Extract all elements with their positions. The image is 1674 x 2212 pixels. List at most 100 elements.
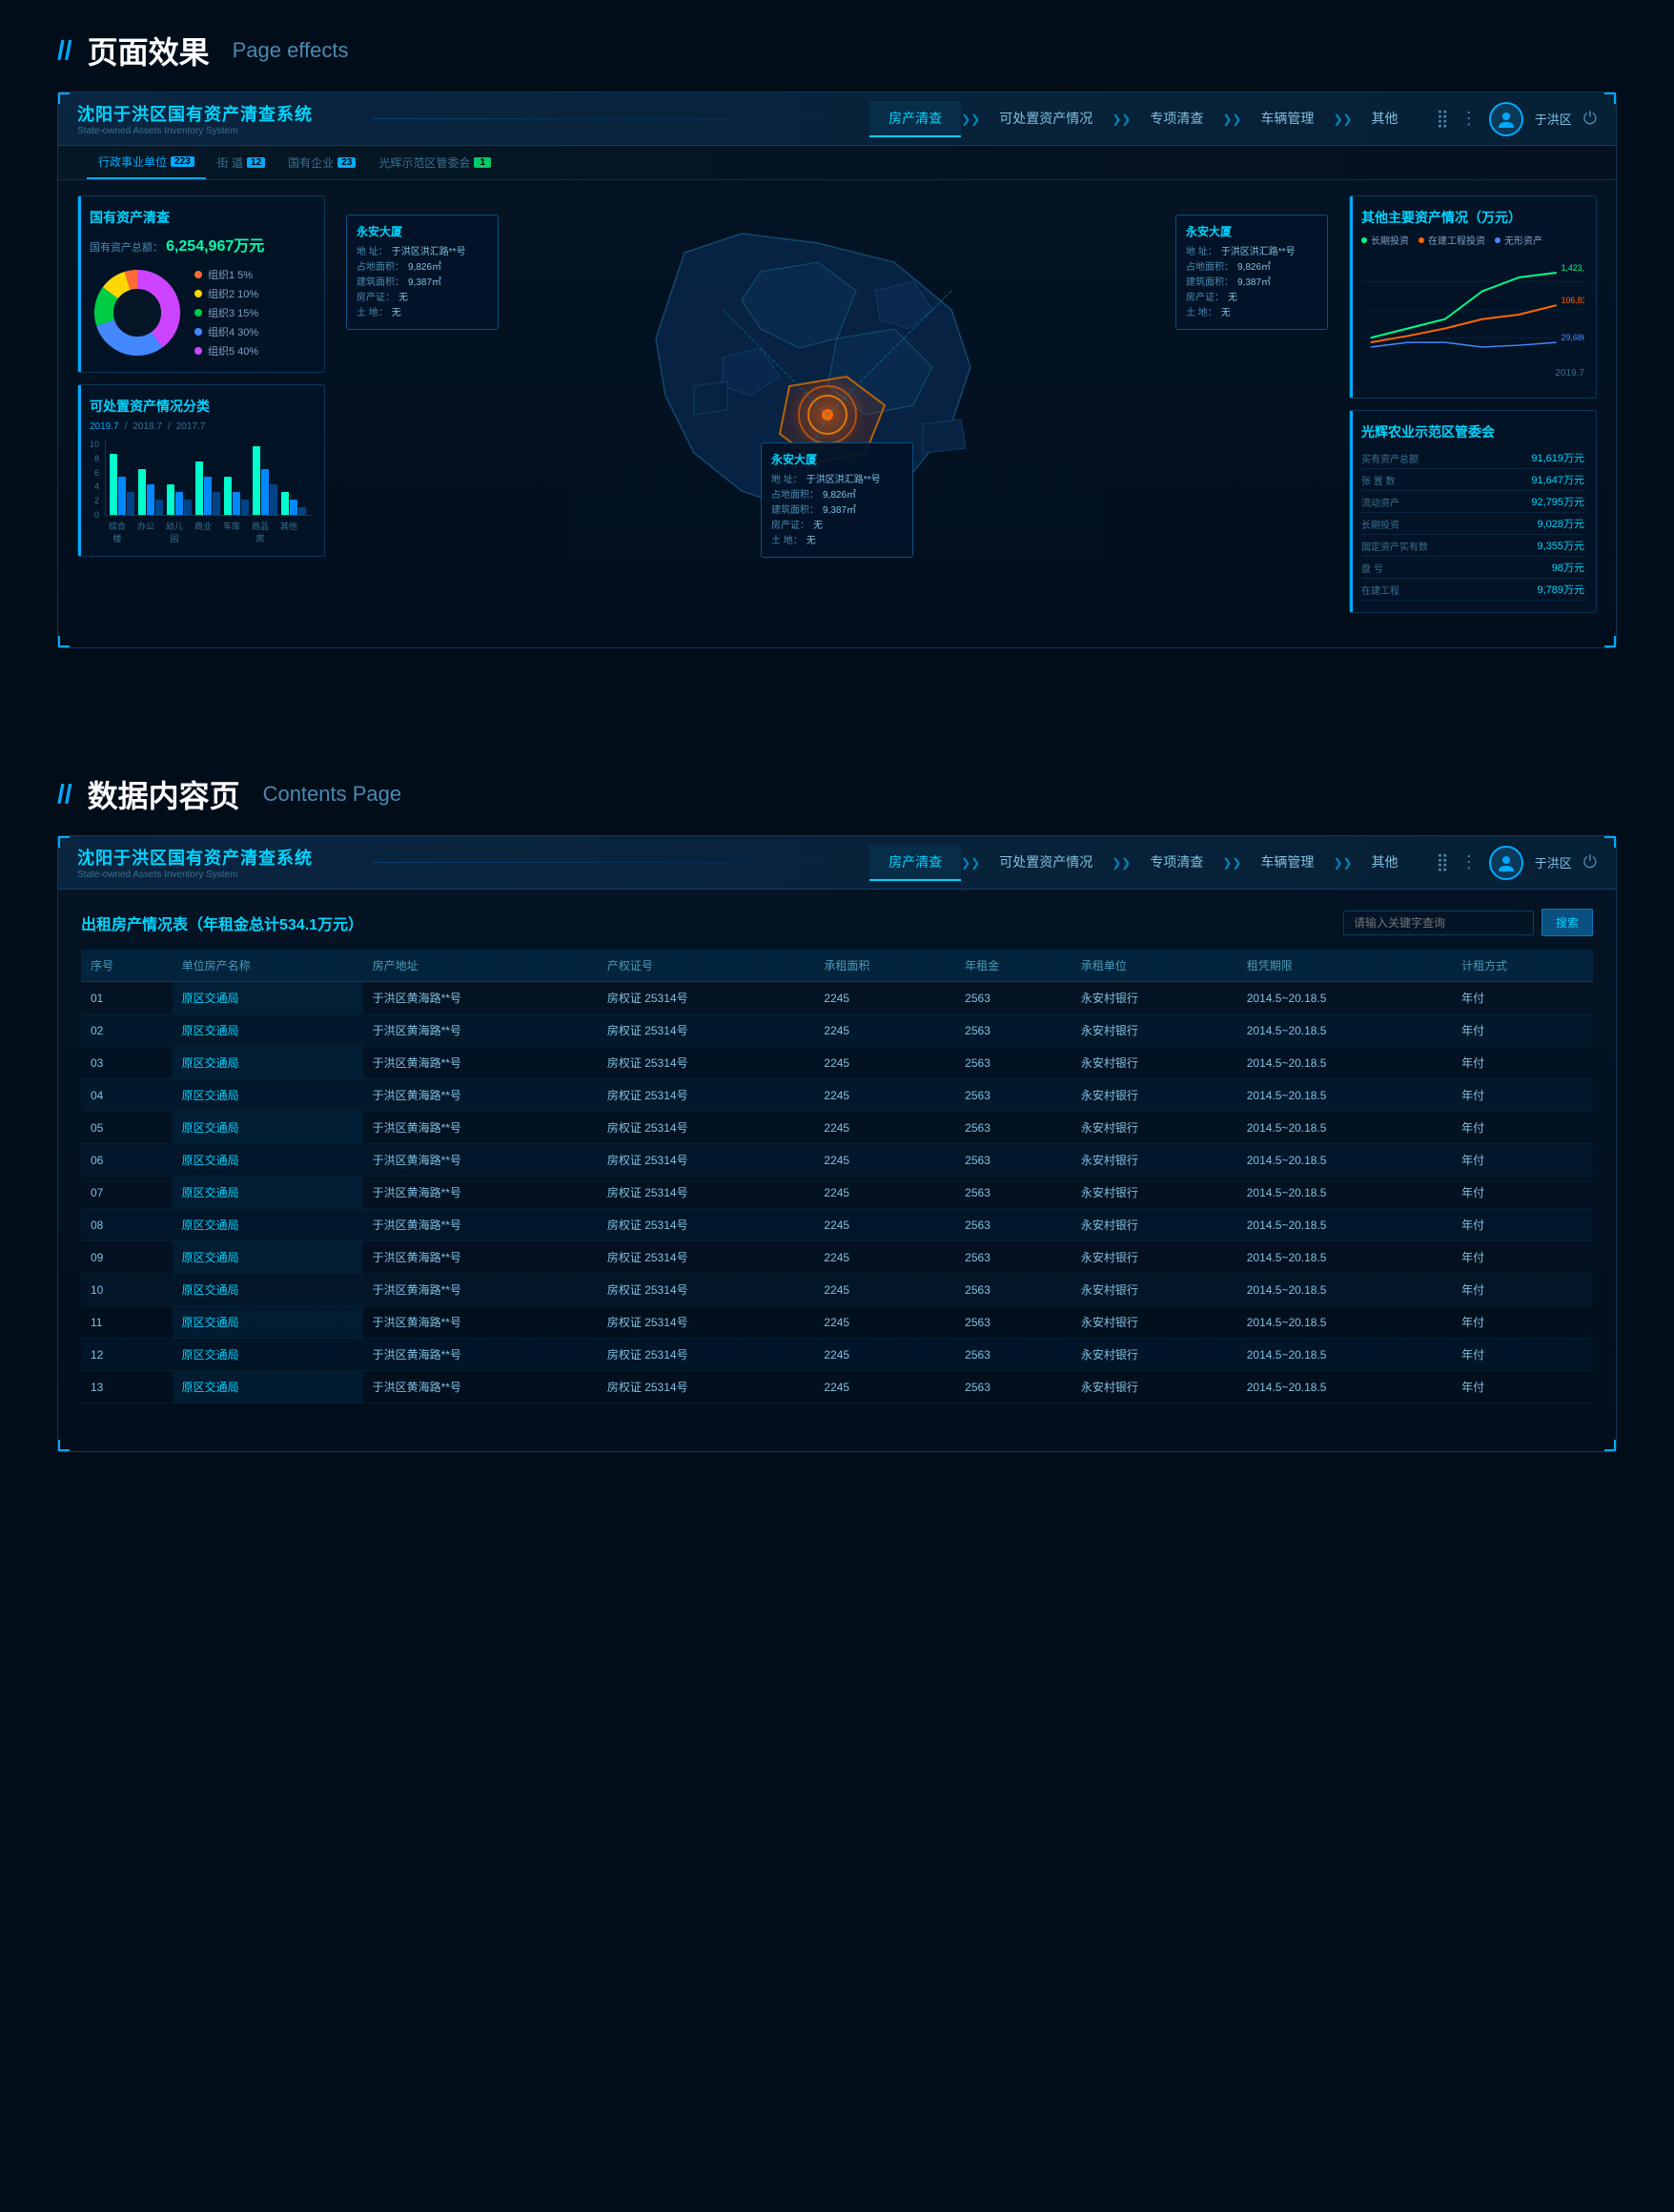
right-panel: 其他主要资产情况（万元） 长期投资 在建工程投资 无形资产 (1349, 195, 1597, 613)
table-cell[interactable]: 原区交通局 (173, 1339, 363, 1371)
table-cell: 年付 (1452, 1306, 1593, 1339)
table-row: 09原区交通局于洪区黄海路**号房权证 25314号22452563永安村银行2… (81, 1241, 1593, 1274)
table-column-header: 单位房产名称 (173, 950, 363, 982)
svg-text:106,834: 106,834 (1562, 296, 1584, 305)
guanghui-label: 固定资产实有数 (1361, 535, 1485, 557)
nav-item-2[interactable]: 专项清查 (1131, 101, 1222, 137)
asset-total-value: 6,254,967万元 (166, 238, 264, 255)
table-cell[interactable]: 原区交通局 (173, 1177, 363, 1209)
table-cell: 2563 (955, 1112, 1072, 1144)
nav-menu-2: 房产清查 ❯❯ 可处置资产情况 ❯❯ 专项清查 ❯❯ 车辆管理 ❯❯ 其他 (869, 845, 1417, 881)
table-cell: 2245 (814, 1047, 955, 1079)
guanghui-title: 光辉农业示范区管委会 (1361, 422, 1584, 441)
nav-menu: 房产清查 ❯❯ 可处置资产情况 ❯❯ 专项清查 ❯❯ 车辆管理 ❯❯ 其他 (869, 101, 1417, 137)
section2-title-en: Contents Page (263, 782, 402, 807)
table-cell[interactable]: 原区交通局 (173, 1079, 363, 1112)
table-cell[interactable]: 原区交通局 (173, 1371, 363, 1403)
table-cell[interactable]: 原区交通局 (173, 982, 363, 1014)
map-area: 永安大厦 地 址：于洪区洪汇路**号 占地面积：9,826㎡ 建筑面积：9,38… (337, 195, 1337, 558)
table-cell: 2014.5~20.18.5 (1237, 1339, 1452, 1371)
table-cell: 于洪区黄海路**号 (363, 1274, 598, 1306)
line-chart-area: 1,423,111 106,834 29,686 2019.7 (1361, 253, 1584, 386)
table-column-header: 年租金 (955, 950, 1072, 982)
table-cell: 永安村银行 (1072, 1241, 1237, 1274)
table-cell[interactable]: 原区交通局 (173, 1112, 363, 1144)
table-cell[interactable]: 原区交通局 (173, 1274, 363, 1306)
sub-nav-item-0[interactable]: 行政事业单位 223 (87, 146, 206, 179)
nav-item-3[interactable]: 车辆管理 (1241, 101, 1333, 137)
guanghui-label: 盘 亏 (1361, 557, 1485, 579)
grid-icon[interactable]: ⣿ (1437, 109, 1449, 129)
table-cell[interactable]: 原区交通局 (173, 1209, 363, 1241)
search-area: 搜索 (1343, 909, 1593, 936)
dots-icon[interactable]: ⋮ (1460, 109, 1478, 129)
search-button[interactable]: 搜索 (1541, 909, 1593, 936)
system-title-cn-2: 沈阳于洪区国有资产清查系统 (77, 845, 344, 870)
asset-overview-title: 国有资产清查 (90, 208, 313, 227)
table-cell: 2563 (955, 1339, 1072, 1371)
svg-text:29,686: 29,686 (1562, 333, 1584, 342)
nav-item2-3[interactable]: 车辆管理 (1241, 845, 1333, 881)
power-icon[interactable]: ⏻ (1583, 109, 1597, 129)
table-cell[interactable]: 原区交通局 (173, 1306, 363, 1339)
bar-labels: 综合楼 办公 幼儿园 商业 车库 商品房 其他 (105, 520, 313, 544)
nav-item-1[interactable]: 可处置资产情况 (980, 101, 1112, 137)
nav-item2-2[interactable]: 专项清查 (1131, 845, 1222, 881)
table-cell: 2014.5~20.18.5 (1237, 1047, 1452, 1079)
table-cell: 2245 (814, 1014, 955, 1047)
table-column-header: 序号 (81, 950, 173, 982)
table-row: 11原区交通局于洪区黄海路**号房权证 25314号22452563永安村银行2… (81, 1306, 1593, 1339)
section2-header: // 数据内容页 Contents Page (0, 744, 1674, 835)
grid-icon-2[interactable]: ⣿ (1437, 852, 1449, 872)
table-cell: 年付 (1452, 1112, 1593, 1144)
nav-item-4[interactable]: 其他 (1353, 101, 1418, 137)
table-cell: 2245 (814, 1274, 955, 1306)
table-cell: 09 (81, 1241, 173, 1274)
sub-nav-item-1[interactable]: 街 道 12 (206, 146, 276, 179)
power-icon-2[interactable]: ⏻ (1583, 852, 1597, 872)
table-cell[interactable]: 原区交通局 (173, 1241, 363, 1274)
guanghui-label: 买有资产总额 (1361, 447, 1485, 469)
dots-icon-2[interactable]: ⋮ (1460, 852, 1478, 872)
table-column-header: 租凭期限 (1237, 950, 1452, 982)
table-cell[interactable]: 原区交通局 (173, 1144, 363, 1177)
table-cell: 年付 (1452, 1274, 1593, 1306)
guanghui-label: 长期投资 (1361, 513, 1485, 535)
nav-item2-1[interactable]: 可处置资产情况 (980, 845, 1112, 881)
top-nav-2: 沈阳于洪区国有资产清查系统 State-owned Assets Invento… (58, 836, 1616, 890)
chart-year-label: 2019.7 (1361, 368, 1584, 379)
table-column-header: 计租方式 (1452, 950, 1593, 982)
guanghui-value: 9,355万元 (1485, 535, 1584, 557)
data-table-panel: 沈阳于洪区国有资产清查系统 State-owned Assets Invento… (57, 835, 1617, 1452)
panel1: 沈阳于洪区国有资产清查系统 State-owned Assets Invento… (57, 92, 1617, 648)
table-cell: 于洪区黄海路**号 (363, 1014, 598, 1047)
table-cell: 2245 (814, 1371, 955, 1403)
spacer2 (0, 1490, 1674, 1547)
table-cell: 永安村银行 (1072, 1371, 1237, 1403)
nav-item2-0[interactable]: 房产清查 (869, 845, 961, 881)
table-cell: 年付 (1452, 1047, 1593, 1079)
middle-panel: 永安大厦 地 址：于洪区洪汇路**号 占地面积：9,826㎡ 建筑面积：9,38… (337, 195, 1337, 613)
table-cell: 房权证 25314号 (598, 1144, 815, 1177)
search-input[interactable] (1343, 911, 1534, 935)
line-chart-svg: 1,423,111 106,834 29,686 (1361, 253, 1584, 367)
table-cell: 02 (81, 1014, 173, 1047)
system-title-en-2: State-owned Assets Inventory System (77, 870, 344, 880)
guanghui-table-row: 盘 亏 98万元 (1361, 557, 1584, 579)
table-column-header: 承租单位 (1072, 950, 1237, 982)
table-cell: 于洪区黄海路**号 (363, 1047, 598, 1079)
table-cell[interactable]: 原区交通局 (173, 1047, 363, 1079)
table-cell: 房权证 25314号 (598, 1209, 815, 1241)
sub-nav: 行政事业单位 223 街 道 12 国有企业 23 光辉示范区管委会 1 (58, 146, 1616, 180)
nav-item2-4[interactable]: 其他 (1353, 845, 1418, 881)
nav-item-0[interactable]: 房产清查 (869, 101, 961, 137)
legend-item-1: 组织2 10% (194, 286, 258, 301)
sub-nav-item-3[interactable]: 光辉示范区管委会 1 (367, 146, 502, 179)
bar-chart-years: 2019.7 / 2018.7 / 2017.7 (90, 421, 313, 432)
table-cell: 2245 (814, 1177, 955, 1209)
table-cell: 房权证 25314号 (598, 1371, 815, 1403)
sub-nav-item-2[interactable]: 国有企业 23 (276, 146, 367, 179)
table-cell[interactable]: 原区交通局 (173, 1014, 363, 1047)
table-cell: 2563 (955, 1306, 1072, 1339)
table-cell: 2014.5~20.18.5 (1237, 1112, 1452, 1144)
